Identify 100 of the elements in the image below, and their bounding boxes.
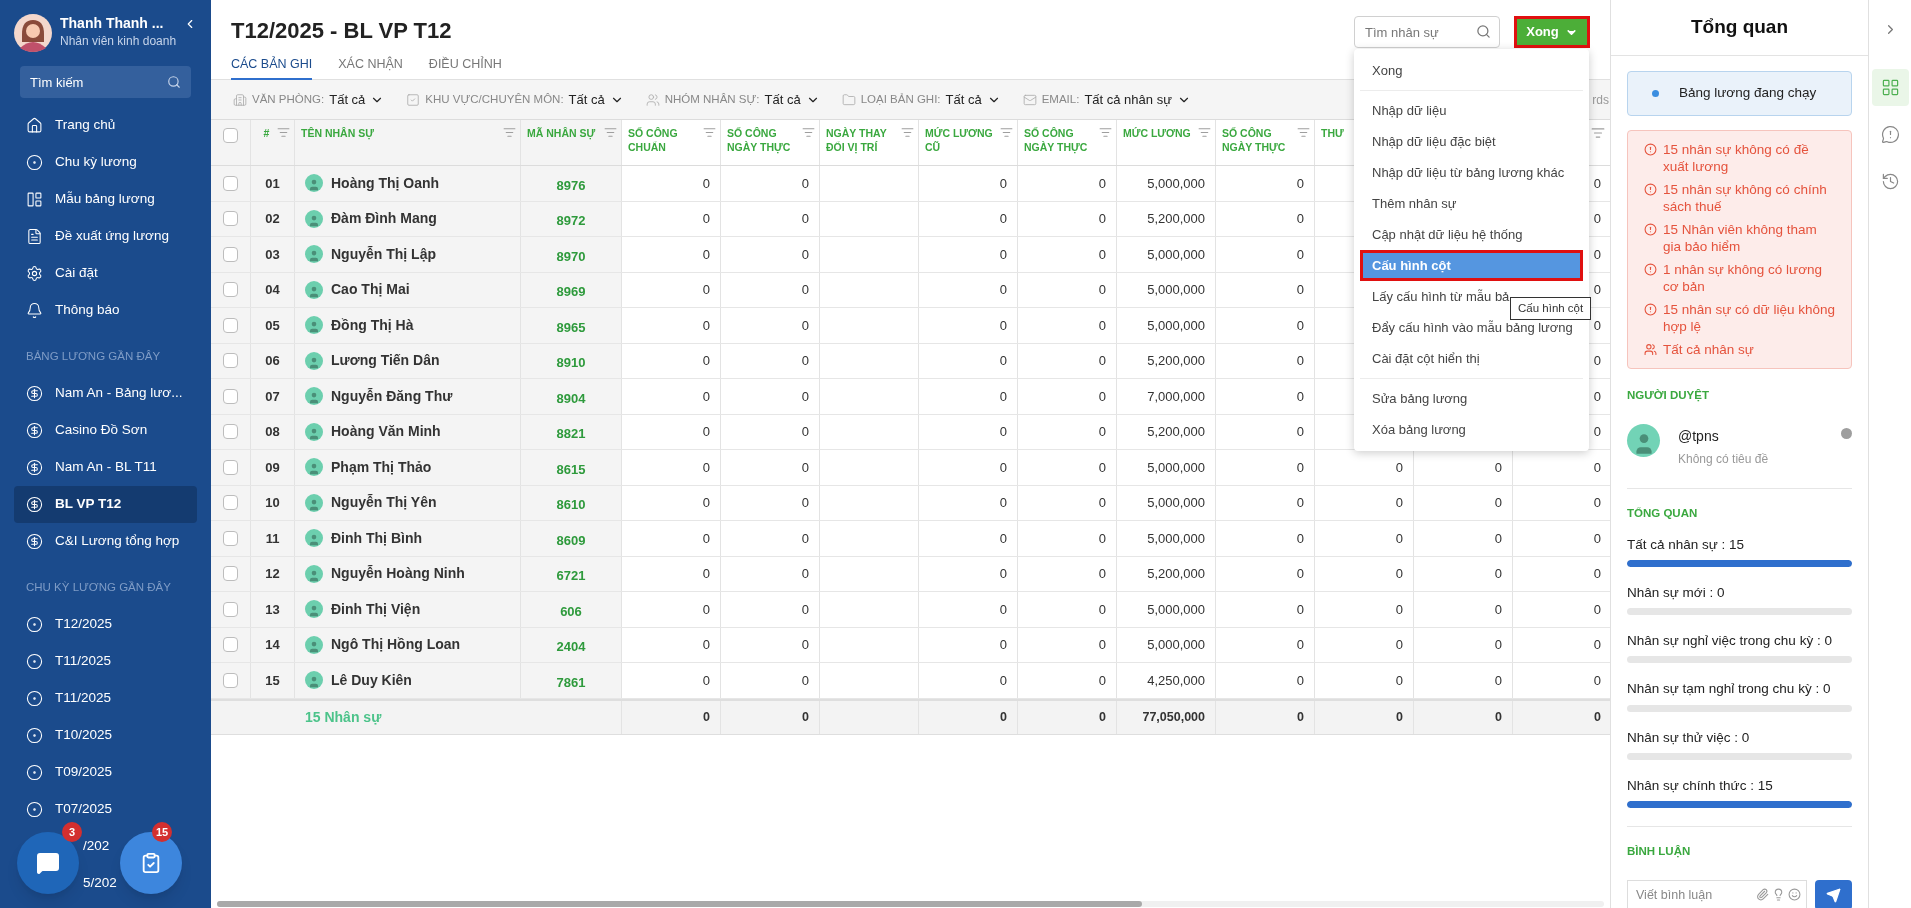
table-cell-text: 0: [702, 316, 710, 335]
tab[interactable]: XÁC NHẬN: [338, 55, 403, 80]
send-button[interactable]: [1815, 880, 1852, 908]
nav-item[interactable]: T10/2025: [14, 717, 197, 754]
row-checkbox[interactable]: [223, 566, 238, 582]
lightbulb-icon[interactable]: [1772, 888, 1785, 902]
nav-item[interactable]: T11/2025: [14, 643, 197, 680]
table-cell-text: 0: [1395, 458, 1403, 477]
table-cell-text: 0: [999, 387, 1007, 406]
nav-item[interactable]: Cài đặt: [14, 255, 197, 292]
nav-item[interactable]: T09/2025: [14, 754, 197, 791]
filter-icon[interactable]: [1000, 126, 1013, 139]
menu-item[interactable]: Nhập dữ liệu đặc biệt: [1360, 126, 1583, 157]
menu-item[interactable]: Thêm nhân sự: [1360, 188, 1583, 219]
comment-field[interactable]: Viết bình luận: [1627, 880, 1807, 908]
menu-item[interactable]: Nhập dữ liệu: [1360, 95, 1583, 126]
filter-icon[interactable]: [1297, 126, 1310, 139]
filter-dropdown[interactable]: VĂN PHÒNG: Tất cả: [233, 89, 385, 110]
menu-item[interactable]: Nhập dữ liệu từ bảng lương khác: [1360, 157, 1583, 188]
filter-icon[interactable]: [703, 126, 716, 139]
grid-tab[interactable]: [1871, 69, 1909, 106]
employee-code: 8821: [556, 425, 586, 443]
row-checkbox[interactable]: [223, 637, 238, 653]
filter-icon[interactable]: [503, 126, 516, 139]
user-avatar-icon: [305, 351, 323, 370]
row-checkbox[interactable]: [223, 495, 238, 511]
menu-item[interactable]: Sửa bảng lương: [1360, 383, 1583, 414]
row-checkbox[interactable]: [223, 317, 238, 333]
row-checkbox[interactable]: [223, 672, 238, 688]
employee-code: 8910: [556, 354, 586, 372]
nav-item[interactable]: T12/2025: [14, 606, 197, 643]
nav-item[interactable]: BL VP T12: [14, 486, 197, 523]
row-number: 06: [265, 352, 280, 370]
column-header: MỨC LƯƠNG: [1123, 126, 1191, 140]
filter-icon[interactable]: [901, 126, 914, 139]
nav-item[interactable]: C&I Lương tổng hợp: [14, 523, 197, 560]
filter-dropdown[interactable]: NHÓM NHÂN SỰ: Tất cả: [645, 89, 820, 110]
filter-icon[interactable]: [604, 126, 617, 139]
horizontal-scrollbar[interactable]: [217, 901, 1604, 907]
filter-type-icon: [841, 92, 856, 107]
total-cell-text: 0: [1594, 708, 1601, 726]
filter-icon[interactable]: [1591, 126, 1605, 140]
nav-item[interactable]: Trang chủ: [14, 107, 197, 144]
dollar-icon: [26, 459, 43, 476]
row-checkbox[interactable]: [223, 128, 238, 143]
nav-item[interactable]: Casino Đồ Sơn: [14, 412, 197, 449]
filter-dropdown[interactable]: LOẠI BẢN GHI: Tất cả: [841, 89, 1001, 110]
nav-icon: [26, 191, 43, 208]
tab[interactable]: ĐIỀU CHỈNH: [428, 55, 502, 80]
approver-avatar-icon: [1627, 424, 1660, 458]
row-checkbox[interactable]: [223, 530, 238, 546]
search-field[interactable]: Tìm nhân sự: [1354, 16, 1500, 48]
nav-item[interactable]: Mẫu bảng lương: [14, 181, 197, 218]
filter-dropdown[interactable]: KHU VỰC/CHUYÊN MÔN: Tất cả: [406, 89, 624, 110]
row-checkbox[interactable]: [223, 601, 238, 617]
table-cell-text: 0: [1593, 494, 1601, 512]
menu-item[interactable]: Cập nhật dữ liệu hệ thống: [1360, 219, 1583, 250]
emoji-icon[interactable]: [1788, 888, 1801, 902]
menu-item[interactable]: Xóa bảng lương: [1360, 414, 1583, 445]
menu-item[interactable]: Cài đặt cột hiển thị: [1360, 343, 1583, 374]
table-cell-text: 0: [1296, 529, 1304, 548]
nav-item[interactable]: Nam An - Bảng lươ...: [14, 375, 197, 412]
cycle-icon: [26, 616, 43, 633]
nav-item[interactable]: /202: [83, 836, 110, 857]
filter-icon[interactable]: [277, 126, 290, 139]
row-number: 15: [265, 671, 280, 690]
row-checkbox[interactable]: [223, 459, 238, 475]
nav-item[interactable]: 5/202: [83, 873, 117, 894]
nav-item[interactable]: T11/2025: [14, 680, 197, 717]
nav-item[interactable]: Đề xuất ứng lương: [14, 218, 197, 255]
filter-icon[interactable]: [1198, 126, 1211, 139]
row-checkbox[interactable]: [223, 388, 238, 404]
employee-code: 7861: [556, 673, 586, 692]
filter-dropdown[interactable]: EMAIL: Tất cả nhân sự: [1022, 89, 1191, 110]
search-field[interactable]: Tìm kiếm: [20, 66, 191, 98]
warning-text: 1 nhân sự không có lương cơ bản: [1663, 261, 1824, 295]
filter-icon[interactable]: [802, 126, 815, 139]
user-avatar-icon: [305, 316, 323, 335]
nav-item[interactable]: Nam An - BL T11: [14, 449, 197, 486]
cycle-icon: [26, 690, 43, 707]
table-cell-text: 0: [999, 423, 1007, 441]
row-checkbox[interactable]: [223, 175, 238, 191]
row-checkbox[interactable]: [223, 282, 238, 298]
row-checkbox[interactable]: [223, 211, 238, 227]
row-checkbox[interactable]: [223, 246, 238, 262]
avatar: [14, 14, 52, 52]
filter-type-icon: [645, 92, 660, 107]
table-cell-text: 0: [801, 458, 809, 477]
filter-type-icon: [406, 92, 421, 107]
nav-item[interactable]: Chu kỳ lương: [14, 144, 197, 181]
records-text: rds: [1592, 91, 1609, 109]
menu-item[interactable]: Xong: [1360, 55, 1583, 86]
section-heading: BÌNH LUẬN: [1627, 844, 1692, 860]
table-cell-text: 0: [1395, 565, 1403, 583]
row-checkbox[interactable]: [223, 424, 238, 440]
row-checkbox[interactable]: [223, 353, 238, 369]
attach-icon[interactable]: [1756, 888, 1769, 902]
total-cell-text: 0: [1495, 708, 1502, 726]
nav-item[interactable]: Thông báo: [14, 292, 197, 329]
filter-icon[interactable]: [1099, 126, 1112, 139]
